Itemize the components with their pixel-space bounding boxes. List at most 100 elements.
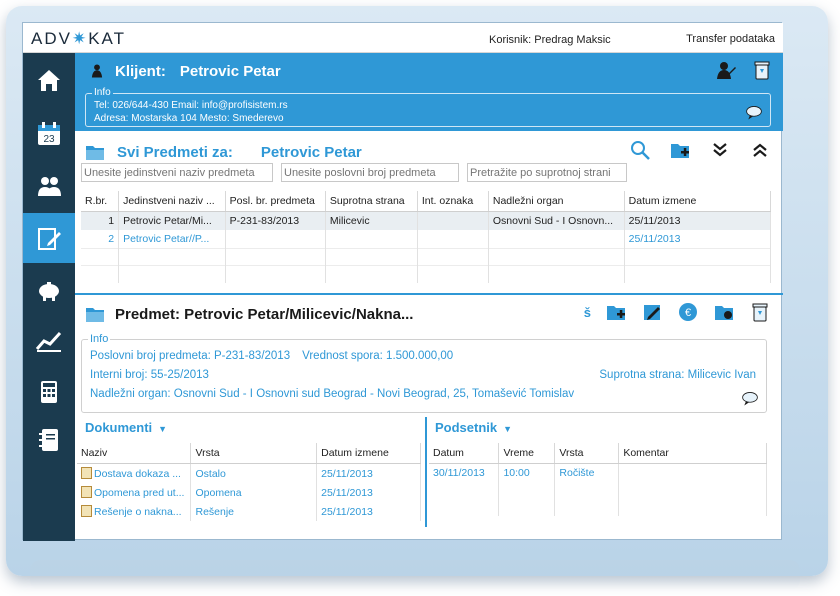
table-header-row: Naziv Vrsta Datum izmene — [77, 443, 421, 464]
notebook-icon — [39, 429, 58, 451]
transfer-data-link[interactable]: Transfer podataka — [686, 33, 775, 45]
business-number: Poslovni broj predmeta: P-231-83/2013 — [90, 350, 291, 362]
reminders-dropdown-icon[interactable]: ▼ — [503, 424, 512, 434]
edit-client-icon[interactable] — [715, 59, 737, 81]
subjects-title: Svi Predmeti za: Petrovic Petar — [83, 141, 362, 163]
panel-splitter[interactable] — [425, 417, 427, 527]
app-window: ADV✷KAT Korisnik: Predrag Maksic Transfe… — [22, 22, 783, 541]
sidebar-item-cases[interactable] — [23, 213, 75, 263]
expand-all-icon[interactable] — [709, 139, 731, 161]
client-title: Klijent: Petrovic Petar — [89, 62, 281, 80]
opposing-party: Suprotna strana: Milicevic Ivan — [599, 369, 756, 381]
column-header[interactable]: Vrsta — [190, 443, 318, 464]
sidebar-item-notebook[interactable] — [23, 415, 75, 465]
column-header[interactable]: Jedinstveni naziv ... — [118, 191, 226, 212]
document-icon — [81, 467, 92, 479]
delete-case-icon[interactable] — [749, 301, 771, 323]
reminders-table: Datum Vreme Vrsta Komentar 30/11/2013 10… — [429, 443, 767, 516]
client-address-line: Adresa: Mostarska 104 Mesto: Smederevo — [94, 113, 284, 124]
subject-filters — [81, 163, 627, 182]
table-row[interactable]: Dostava dokaza ... Ostalo 25/11/2013 — [77, 463, 421, 483]
documents-table: Naziv Vrsta Datum izmene Dostava dokaza … — [77, 443, 421, 521]
business-no-filter-input[interactable] — [281, 163, 459, 182]
collapse-all-icon[interactable] — [749, 139, 771, 161]
column-header[interactable]: Komentar — [618, 443, 767, 464]
case-info-icon[interactable] — [713, 301, 735, 323]
logo-star-icon: ✷ — [71, 29, 89, 48]
comment-icon[interactable] — [744, 104, 764, 122]
sidebar-item-finance[interactable] — [23, 265, 75, 315]
document-icon — [81, 505, 92, 517]
search-icon[interactable] — [629, 139, 651, 161]
add-folder-icon[interactable] — [669, 139, 691, 161]
chart-icon — [35, 331, 62, 352]
opposing-filter-input[interactable] — [467, 163, 627, 182]
cases-icon — [38, 228, 61, 250]
internal-number: Interni broj: 55-25/2013 — [90, 369, 209, 381]
app-logo: ADV✷KAT — [31, 29, 127, 48]
column-header[interactable]: Naziv — [77, 443, 192, 464]
dispute-value: Vrednost spora: 1.500.000,00 — [302, 350, 454, 362]
empty-row — [81, 248, 772, 266]
column-header[interactable]: R.br. — [81, 191, 120, 212]
competent-authority: Nadležni organ: Osnovni Sud - I Osnovni … — [90, 388, 575, 400]
svg-text:€: € — [685, 307, 691, 319]
documents-title[interactable]: Dokumenti ▼ — [85, 420, 167, 435]
sidebar-item-calendar[interactable]: 23 — [23, 109, 75, 159]
table-row[interactable]: Opomena pred ut... Opomena 25/11/2013 — [77, 483, 421, 502]
table-header-row: Datum Vreme Vrsta Komentar — [429, 443, 767, 464]
sidebar-item-clients[interactable] — [23, 161, 75, 211]
client-info-box: Info Tel: 026/644-430 Email: info@profis… — [85, 87, 771, 127]
column-header[interactable]: Datum izmene — [316, 443, 421, 464]
sidebar: 23 — [23, 53, 75, 541]
case-info-box: Info Poslovni broj predmeta: P-231-83/20… — [81, 333, 767, 413]
piggybank-icon — [39, 282, 59, 301]
column-header[interactable]: Posl. br. predmeta — [225, 191, 326, 212]
reminders-title[interactable]: Podsetnik ▼ — [435, 420, 512, 435]
subjects-table: R.br. Jedinstveni naziv ... Posl. br. pr… — [81, 191, 772, 283]
column-header[interactable]: Vrsta — [554, 443, 620, 464]
column-header[interactable]: Int. oznaka — [417, 191, 489, 212]
sidebar-item-calculator[interactable] — [23, 367, 75, 417]
calendar-day-label: 23 — [43, 134, 55, 145]
table-row[interactable]: 2 Petrovic Petar//P... 25/11/2013 — [81, 230, 772, 249]
name-filter-input[interactable] — [81, 163, 273, 182]
column-header[interactable]: Vreme — [498, 443, 556, 464]
client-contact-line: Tel: 026/644-430 Email: info@profisistem… — [94, 100, 288, 111]
case-s-button[interactable]: š — [584, 305, 591, 320]
sidebar-item-home[interactable] — [23, 55, 75, 105]
table-header-row: R.br. Jedinstveni naziv ... Posl. br. pr… — [81, 191, 772, 212]
client-person-icon — [89, 62, 105, 80]
case-header: Predmet: Petrovic Petar/Milicevic/Nakna.… — [75, 295, 783, 335]
empty-row — [81, 265, 772, 283]
column-header[interactable]: Nadležni organ — [488, 191, 625, 212]
table-row[interactable]: 30/11/2013 10:00 Ročište — [429, 463, 767, 482]
column-header[interactable]: Datum izmene — [624, 191, 772, 212]
column-header[interactable]: Suprotna strana — [325, 191, 418, 212]
calculator-icon — [41, 381, 57, 403]
documents-dropdown-icon[interactable]: ▼ — [158, 424, 167, 434]
table-row[interactable]: Rešenje o nakna... Rešenje 25/11/2013 — [77, 502, 421, 521]
delete-client-icon[interactable] — [751, 59, 773, 81]
sidebar-item-reports[interactable] — [23, 315, 75, 365]
folder-icon — [83, 141, 107, 163]
edit-case-icon[interactable] — [641, 301, 663, 323]
calendar-icon: 23 — [38, 122, 60, 145]
subjects-client-name: Petrovic Petar — [260, 143, 362, 161]
table-row[interactable]: 1 Petrovic Petar/Mi... P-231-83/2013 Mil… — [81, 211, 772, 230]
client-name: Petrovic Petar — [179, 62, 281, 80]
document-icon — [81, 486, 92, 498]
add-document-icon[interactable] — [605, 301, 627, 323]
euro-icon[interactable]: € — [677, 301, 699, 323]
case-title: Predmet: Petrovic Petar/Milicevic/Nakna.… — [83, 303, 413, 325]
column-header[interactable]: Datum — [429, 443, 500, 464]
client-header: Klijent: Petrovic Petar Info Tel: 026/64… — [75, 53, 783, 131]
case-folder-icon — [83, 303, 107, 325]
empty-row — [429, 482, 767, 499]
clients-icon — [38, 177, 61, 196]
frame-reflection — [30, 560, 800, 590]
case-comment-icon[interactable] — [740, 390, 760, 408]
top-bar: ADV✷KAT Korisnik: Predrag Maksic Transfe… — [23, 23, 783, 53]
empty-row — [429, 499, 767, 516]
user-label: Korisnik: Predrag Maksic — [489, 34, 611, 46]
